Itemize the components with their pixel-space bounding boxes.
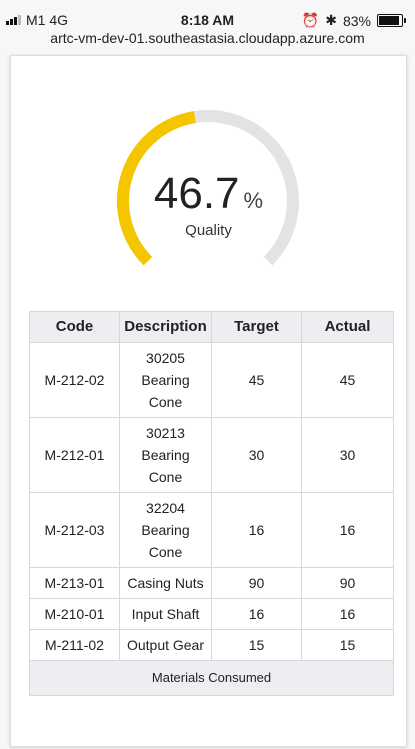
table-footer-row: Materials Consumed xyxy=(29,660,394,696)
cell-description: Casing Nuts xyxy=(119,567,212,599)
materials-table: Code Description Target Actual M-212-02 … xyxy=(29,311,394,696)
quality-value: 46.7 xyxy=(153,169,240,218)
cell-description: Input Shaft xyxy=(119,598,212,630)
cell-actual: 45 xyxy=(301,342,394,418)
cell-target: 90 xyxy=(211,567,302,599)
cell-actual: 30 xyxy=(301,417,394,493)
table-header-row: Code Description Target Actual xyxy=(29,311,394,343)
cell-target: 30 xyxy=(211,417,302,493)
cell-actual: 15 xyxy=(301,629,394,661)
cell-actual: 90 xyxy=(301,567,394,599)
battery-icon xyxy=(377,14,406,27)
cell-target: 45 xyxy=(211,342,302,418)
cell-description: 30213 Bearing Cone xyxy=(119,417,212,493)
cell-target: 15 xyxy=(211,629,302,661)
column-header-description[interactable]: Description xyxy=(119,311,212,343)
cell-target: 16 xyxy=(211,492,302,568)
quality-unit: % xyxy=(243,188,264,213)
cell-code: M-213-01 xyxy=(29,567,120,599)
quality-label: Quality xyxy=(185,222,232,239)
cell-code: M-211-02 xyxy=(29,629,120,661)
table-row: M-210-01 Input Shaft 16 16 xyxy=(29,598,394,630)
gauge-value: 46.7% xyxy=(11,169,406,219)
cell-code: M-212-02 xyxy=(29,342,120,418)
table-row: M-212-03 32204 Bearing Cone 16 16 xyxy=(29,492,394,568)
cell-target: 16 xyxy=(211,598,302,630)
table-row: M-213-01 Casing Nuts 90 90 xyxy=(29,567,394,599)
address-bar-url[interactable]: artc-vm-dev-01.southeastasia.cloudapp.az… xyxy=(0,30,415,46)
status-bar: M1 4G 8:18 AM ⏰ ✱ 83% artc-vm-dev-01.sou… xyxy=(0,0,415,50)
cell-description: 30205 Bearing Cone xyxy=(119,342,212,418)
cell-description: 32204 Bearing Cone xyxy=(119,492,212,568)
column-header-code[interactable]: Code xyxy=(29,311,120,343)
battery-percent: 83% xyxy=(342,12,371,29)
quality-card: 46.7% Quality Code Description Target Ac… xyxy=(10,55,407,747)
cell-code: M-210-01 xyxy=(29,598,120,630)
alarm-icon: ⏰ xyxy=(301,12,320,28)
column-header-target[interactable]: Target xyxy=(211,311,302,343)
table-caption: Materials Consumed xyxy=(29,660,394,696)
table-row: M-212-01 30213 Bearing Cone 30 30 xyxy=(29,417,394,493)
cell-actual: 16 xyxy=(301,598,394,630)
cell-code: M-212-03 xyxy=(29,492,120,568)
table-row: M-211-02 Output Gear 15 15 xyxy=(29,629,394,661)
cell-actual: 16 xyxy=(301,492,394,568)
column-header-actual[interactable]: Actual xyxy=(301,311,394,343)
bluetooth-icon: ✱ xyxy=(325,12,337,28)
cell-code: M-212-01 xyxy=(29,417,120,493)
table-row: M-212-02 30205 Bearing Cone 45 45 xyxy=(29,342,394,418)
cell-description: Output Gear xyxy=(119,629,212,661)
